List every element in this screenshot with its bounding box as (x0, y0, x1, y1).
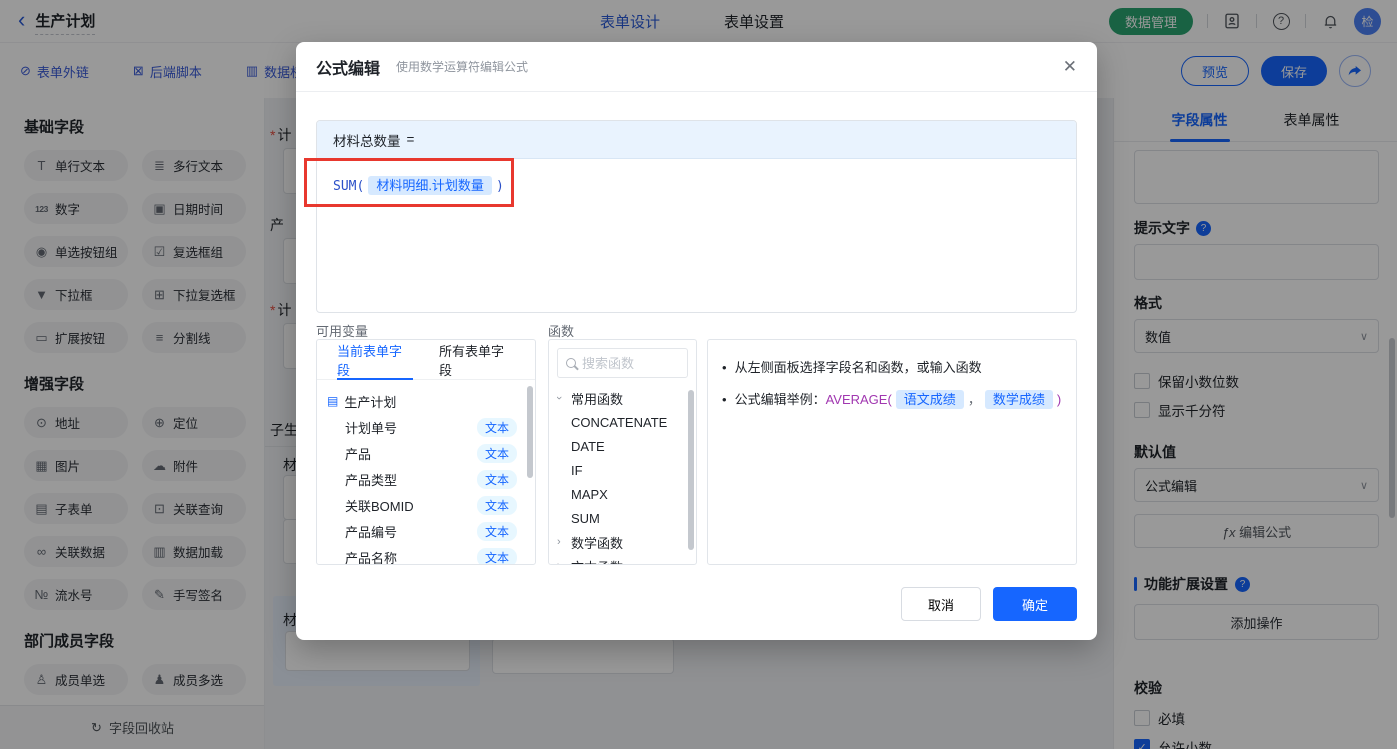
variables-panel-label: 可用变量 (316, 324, 369, 339)
variables-scrollbar[interactable] (527, 386, 533, 478)
bullet-icon: • (722, 360, 727, 375)
expand-arrow-icon[interactable] (557, 536, 571, 548)
variable-field-row[interactable]: 关联BOMID 文本 (327, 492, 527, 518)
variable-type-badge: 文本 (476, 443, 517, 463)
variable-field-row[interactable]: 产品编号 文本 (327, 518, 527, 544)
function-row-label: 常用函数 (571, 391, 624, 407)
function-row[interactable]: DATE (549, 434, 696, 458)
function-list: 常用函数 CONCATENATE DATE IF MAPX (549, 386, 696, 565)
function-row[interactable]: SUM (549, 506, 696, 530)
modal-header: 公式编辑 使用数学运算符编辑公式 ✕ (296, 42, 1097, 92)
function-row-label: IF (571, 462, 583, 478)
variables-tab[interactable]: 当前表单字段 (337, 340, 413, 380)
cancel-button[interactable]: 取消 (901, 587, 981, 621)
formula-target-field: 材料总数量 (333, 133, 401, 149)
variables-tree-root[interactable]: ▤ 生产计划 (327, 388, 527, 414)
function-row-label: MAPX (571, 486, 608, 502)
variable-field-name: 产品类型 (345, 472, 398, 488)
formula-editor-box[interactable]: 材料总数量 = SUM(材料明细.计划数量) (316, 120, 1077, 313)
variable-type-badge: 文本 (476, 547, 517, 564)
form-designer-screen: ‹ 生产计划 表单设计 表单设置 数据管理 ? 检 ⊘ 表单外链 ⊠ 后端脚本 … (0, 0, 1397, 749)
function-row[interactable]: IF (549, 458, 696, 482)
variable-field-row[interactable]: 产品 文本 (327, 440, 527, 466)
functions-panel: 常用函数 CONCATENATE DATE IF MAPX (548, 339, 697, 565)
example-function-name: AVERAGE( (825, 392, 892, 407)
formula-editor-modal: 公式编辑 使用数学运算符编辑公式 ✕ 材料总数量 = SUM(材料明细.计划数量… (296, 42, 1097, 640)
variable-field-name: 计划单号 (345, 420, 398, 436)
formula-suffix: ) (495, 179, 504, 194)
variables-tabs: 当前表单字段 所有表单字段 (317, 340, 535, 380)
function-row[interactable]: 数学函数 (549, 530, 696, 554)
example-chip-1: 语文成绩 (895, 390, 964, 409)
example-chip-2: 数学成绩 (984, 390, 1053, 409)
function-search-box[interactable] (557, 348, 688, 378)
function-row[interactable]: CONCATENATE (549, 410, 696, 434)
function-row[interactable]: 文本函数 (549, 554, 696, 565)
function-search-input[interactable] (582, 355, 672, 371)
close-icon[interactable]: ✕ (1063, 57, 1077, 77)
function-row-label: 文本函数 (571, 557, 623, 565)
function-row-label: SUM (571, 510, 600, 526)
variable-field-row[interactable]: 计划单号 文本 (327, 414, 527, 440)
variable-field-name: 关联BOMID (345, 498, 414, 514)
modal-footer: 取消 确定 (901, 587, 1077, 621)
variable-type-badge: 文本 (476, 469, 517, 489)
variable-field-name: 产品 (345, 446, 372, 462)
variable-type-badge: 文本 (476, 495, 517, 515)
function-row[interactable]: MAPX (549, 482, 696, 506)
confirm-button[interactable]: 确定 (993, 587, 1077, 621)
variable-type-badge: 文本 (476, 521, 517, 541)
functions-scrollbar[interactable] (688, 390, 694, 550)
function-row-label: 数学函数 (571, 535, 624, 551)
modal-title: 公式编辑 (316, 60, 381, 78)
variable-field-row[interactable]: 产品类型 文本 (327, 466, 527, 492)
bullet-icon: • (722, 392, 727, 407)
function-row[interactable]: 常用函数 (549, 386, 696, 410)
help-text-1: 从左侧面板选择字段名和函数，或输入函数 (734, 360, 982, 375)
modal-subtitle: 使用数学运算符编辑公式 (396, 60, 529, 74)
form-doc-icon: ▤ (327, 394, 339, 408)
function-row-label: CONCATENATE (571, 414, 668, 430)
variable-field-name: 产品名称 (345, 550, 398, 565)
expand-arrow-icon[interactable] (557, 560, 571, 564)
formula-target-row: 材料总数量 = (317, 121, 1076, 159)
formula-function-prefix: SUM( (333, 179, 365, 194)
variable-type-badge: 文本 (476, 417, 517, 437)
formula-field-chip[interactable]: 材料明细.计划数量 (368, 176, 492, 195)
variables-panel: 当前表单字段 所有表单字段 ▤ 生产计划 计划单号 文本 产品 文本 产品类型 … (316, 339, 536, 565)
formula-expression[interactable]: SUM(材料明细.计划数量) (317, 159, 1076, 210)
formula-equals: = (406, 132, 415, 147)
functions-panel-label: 函数 (548, 324, 575, 339)
variables-field-list: 计划单号 文本 产品 文本 产品类型 文本 关联BOMID 文本 产品编号 文本… (327, 414, 527, 565)
search-icon (566, 358, 576, 368)
variables-root-label: 生产计划 (344, 394, 397, 410)
help-text-2: 公式编辑举例：AVERAGE(语文成绩，数学成绩) (734, 390, 1062, 409)
function-row-label: DATE (571, 438, 605, 454)
variable-field-name: 产品编号 (345, 524, 398, 540)
variable-field-row[interactable]: 产品名称 文本 (327, 544, 527, 565)
expand-arrow-icon[interactable] (557, 392, 571, 404)
formula-help-panel: • 从左侧面板选择字段名和函数，或输入函数 • 公式编辑举例：AVERAGE(语… (707, 339, 1077, 565)
variables-tab[interactable]: 所有表单字段 (439, 340, 515, 380)
